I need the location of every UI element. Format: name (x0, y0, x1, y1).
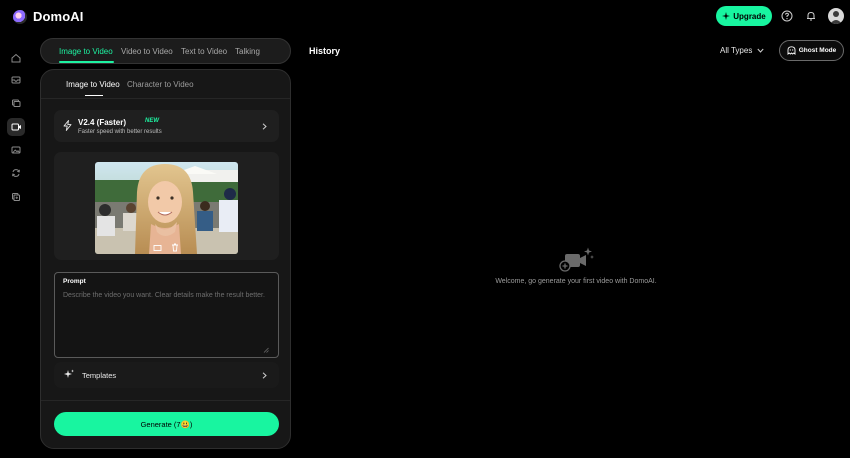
subtab-character-to-video[interactable]: Character to Video (127, 80, 194, 89)
image-icon[interactable] (7, 141, 25, 159)
tab-talking[interactable]: Talking (235, 47, 260, 56)
logo[interactable]: DomoAI (13, 9, 83, 24)
empty-video-icon (559, 247, 594, 272)
generate-button[interactable]: Generate (7😃) (54, 412, 279, 436)
templates-label: Templates (82, 371, 117, 380)
model-description: Faster speed with better results (78, 129, 162, 135)
type-filter-label: All Types (720, 46, 753, 55)
chevron-right-icon (262, 372, 267, 379)
resize-handle-icon[interactable] (263, 347, 269, 353)
sparkle-icon (64, 369, 74, 378)
lightning-icon (63, 120, 72, 131)
logo-icon (13, 9, 27, 24)
model-name: V2.4 (Faster) (78, 118, 127, 127)
uploaded-image (95, 162, 238, 254)
crop-icon[interactable] (153, 244, 162, 252)
refresh-icon[interactable] (7, 164, 25, 182)
prompt-field[interactable]: Prompt Describe the video you want. Clea… (54, 272, 279, 358)
type-filter-dropdown[interactable]: All Types (720, 46, 764, 55)
generation-panel: Image to Video Character to Video V2.4 (… (40, 69, 291, 449)
top-bar: DomoAI Upgrade (0, 0, 850, 34)
subtab-image-to-video[interactable]: Image to Video (66, 80, 120, 89)
templates-button[interactable]: Templates (54, 362, 279, 388)
image-upload-card[interactable] (54, 152, 279, 260)
subtab-divider (41, 98, 290, 99)
new-badge: NEW (145, 118, 159, 124)
tab-text-to-video[interactable]: Text to Video (181, 47, 227, 56)
sparkle-icon (722, 12, 731, 20)
ghost-mode-button[interactable]: Ghost Mode (779, 40, 844, 61)
upgrade-label: Upgrade (733, 11, 766, 21)
footer-divider (41, 400, 290, 401)
inbox-icon[interactable] (7, 71, 25, 89)
model-selector[interactable]: V2.4 (Faster) NEW Faster speed with bett… (54, 110, 279, 142)
home-icon[interactable] (7, 49, 25, 67)
avatar[interactable] (828, 8, 844, 24)
tab-image-to-video[interactable]: Image to Video (59, 47, 113, 56)
active-tab-indicator (59, 61, 114, 63)
ghost-icon (787, 46, 796, 55)
prompt-placeholder: Describe the video you want. Clear detai… (63, 292, 265, 299)
active-subtab-indicator (85, 95, 103, 96)
empty-state-message: Welcome, go generate your first video wi… (495, 278, 657, 285)
ghost-mode-label: Ghost Mode (798, 47, 837, 54)
history-title: History (309, 46, 341, 56)
folder-icon[interactable] (7, 94, 25, 112)
delete-icon[interactable] (171, 243, 179, 252)
tab-video-to-video[interactable]: Video to Video (121, 47, 173, 56)
copy-icon[interactable] (7, 188, 25, 206)
chevron-down-icon (757, 48, 764, 53)
mode-tabs: Image to Video Video to Video Text to Vi… (40, 38, 291, 64)
help-icon[interactable] (781, 10, 793, 22)
bell-icon[interactable] (805, 10, 817, 22)
app-name: DomoAI (33, 9, 84, 24)
prompt-label: Prompt (63, 278, 86, 285)
upgrade-button[interactable]: Upgrade (716, 6, 772, 26)
chevron-right-icon (262, 123, 267, 130)
video-icon[interactable] (7, 118, 25, 136)
